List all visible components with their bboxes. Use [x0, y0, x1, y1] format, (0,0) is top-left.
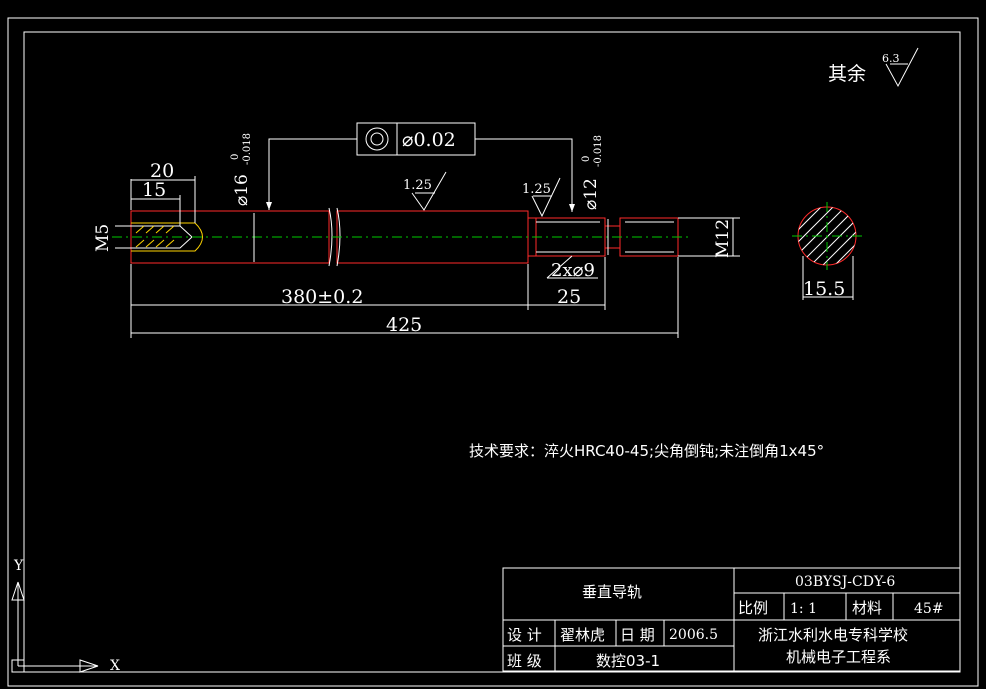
department-name: 机械电子工程系 [786, 648, 891, 666]
date-label: 日 期 [620, 626, 655, 644]
dim-15: 15 [142, 179, 166, 201]
roughness-125-a: 1.25 [403, 178, 432, 193]
tolerance-frame: ⌀0.02 [266, 122, 575, 212]
school-name: 浙江水利水电专科学校 [758, 626, 908, 644]
technical-requirements: 技术要求：淬火HRC40-45;尖角倒钝;未注倒角1x45° [469, 442, 824, 460]
ucs-y-label: Y [13, 558, 24, 574]
part-name: 垂直导轨 [582, 583, 642, 601]
roughness-label: 其余 [828, 63, 866, 85]
dim-15-5: 15.5 [803, 278, 845, 300]
dim-m5: M5 [93, 224, 113, 252]
roughness-125-b: 1.25 [522, 182, 551, 197]
class-value: 数控03-1 [596, 652, 660, 670]
material-value: 45# [914, 601, 944, 617]
ucs-x-label: X [110, 658, 120, 674]
dim-m12: M12 [713, 219, 733, 258]
dim-425: 425 [386, 314, 422, 336]
class-label: 班 级 [507, 652, 542, 670]
dim-phi12-lower: -0.018 [593, 135, 604, 167]
design-label: 设 计 [507, 626, 542, 644]
dim-phi12-upper: 0 [581, 156, 592, 162]
material-label: 材料 [852, 599, 882, 617]
cad-drawing: 其余 6.3 ⌀0.02 20 15 M5 ⌀16 0 -0.018 ⌀12 0… [7, 17, 979, 687]
dim-phi16: ⌀16 [232, 174, 252, 206]
dim-groove: 2x⌀9 [551, 260, 595, 281]
surface-roughness-symbol: 其余 6.3 [828, 47, 919, 88]
dim-phi16-upper: 0 [230, 154, 241, 160]
tolerance-value: ⌀0.02 [402, 129, 456, 151]
dim-25: 25 [557, 286, 581, 308]
title-block: 垂直导轨 03BYSJ-CDY-6 比例 1: 1 材料 45# 设 计 翟林虎… [502, 567, 961, 672]
designer-name: 翟林虎 [560, 626, 605, 644]
scale-value: 1: 1 [790, 601, 817, 617]
section-view: 15.5 [792, 202, 862, 300]
dim-phi12: ⌀12 [581, 178, 601, 210]
drawing-number: 03BYSJ-CDY-6 [795, 574, 895, 590]
dim-380: 380±0.2 [281, 286, 363, 308]
scale-label: 比例 [738, 599, 768, 617]
date-value: 2006.5 [669, 627, 718, 643]
ucs-icon: Y X [11, 558, 120, 674]
roughness-value: 6.3 [882, 52, 900, 65]
dimension-lines [115, 176, 740, 338]
dim-phi16-lower: -0.018 [242, 133, 253, 165]
